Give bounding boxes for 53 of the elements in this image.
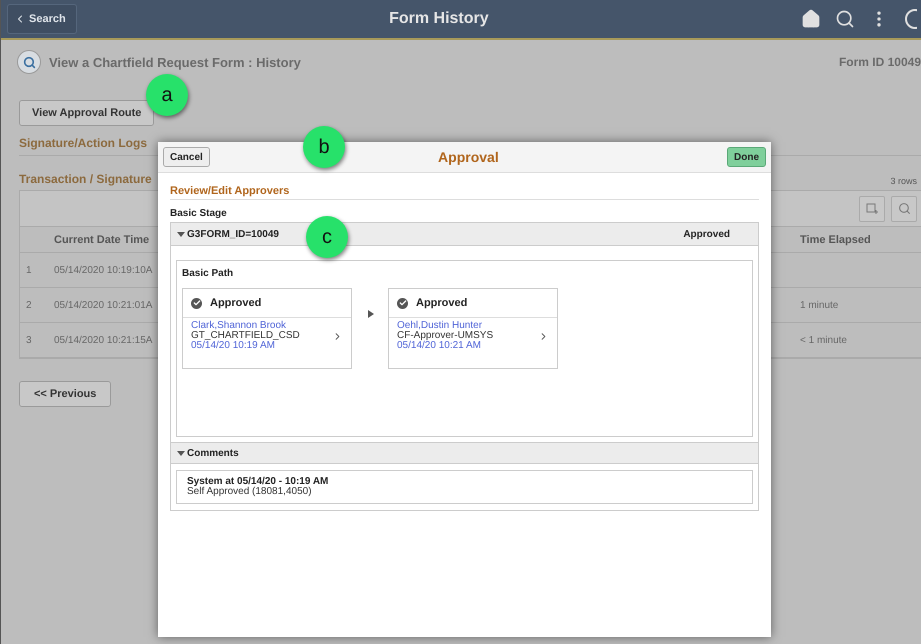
- row-number: 2: [26, 300, 32, 310]
- approval-date: 05/14/20 10:21 AM: [397, 341, 481, 351]
- search-icon[interactable]: [17, 50, 41, 74]
- table-cell: 05/14/2020 10:21:01A: [54, 300, 152, 310]
- comment-author: System at 05/14/20 - 10:19 AM: [187, 477, 330, 487]
- caret-icon[interactable]: [177, 449, 185, 457]
- row-count: 3 rows: [890, 176, 917, 186]
- caret-icon[interactable]: [177, 230, 185, 238]
- comment-text: Self Approved (18081,4050): [187, 487, 313, 497]
- back-button[interactable]: Search: [7, 4, 77, 34]
- row-number: 1: [26, 264, 32, 276]
- path-label: Basic Path: [182, 268, 234, 279]
- column-header: Current Date Time: [54, 234, 150, 246]
- check-icon: [191, 298, 202, 308]
- approver-name: Oehl,Dustin Hunter: [397, 321, 484, 331]
- done-button[interactable]: Done: [727, 147, 766, 167]
- callout-marker: b: [303, 126, 345, 168]
- column-header: Time Elapsed: [800, 234, 871, 246]
- approver-role: CF-Approver-UMSYS: [397, 331, 494, 341]
- approver-card[interactable]: Approved Oehl,Dustin Hunter CF-Approver-UMSYS 05/14/20 10:21 AM: [388, 288, 558, 369]
- comments-label: Comments: [187, 448, 239, 458]
- approver-name: Clark,Shannon Brook: [191, 321, 288, 331]
- callout-marker: a: [146, 74, 188, 116]
- previous-button[interactable]: << Previous: [19, 381, 112, 407]
- view-approval-route-button[interactable]: View Approval Route: [19, 100, 154, 126]
- section-title: Signature/Action Logs: [19, 136, 148, 150]
- home-icon[interactable]: [801, 9, 821, 29]
- stage-label: Basic Stage: [170, 208, 228, 219]
- stage-name: G3FORM_ID=10049: [187, 228, 279, 240]
- dialog-title: Approval: [437, 149, 500, 165]
- export-button[interactable]: [859, 196, 885, 222]
- form-title: View a Chartfield Request Form : History: [49, 54, 302, 70]
- row-number: 3: [26, 334, 32, 346]
- arrow-icon: [368, 310, 374, 318]
- section-title: Review/Edit Approvers: [170, 185, 759, 200]
- search-icon: [898, 202, 910, 215]
- step-status: Approved: [210, 297, 262, 309]
- table-cell: 1 minute: [800, 300, 838, 310]
- grid-title: Transaction / Signature: [19, 172, 152, 186]
- table-cell: < 1 minute: [800, 334, 847, 346]
- cancel-button[interactable]: Cancel: [163, 147, 210, 167]
- table-cell: 05/14/2020 10:21:15A: [54, 334, 152, 346]
- page-title: Form History: [388, 10, 490, 28]
- check-icon: [397, 298, 408, 308]
- form-id: Form ID 10049: [838, 55, 921, 69]
- approver-role: GT_CHARTFIELD_CSD: [191, 331, 301, 341]
- table-cell: 05/14/2020 10:19:10A: [54, 264, 152, 276]
- search-button[interactable]: [891, 196, 917, 222]
- search-icon[interactable]: [835, 9, 855, 29]
- approval-date: 05/14/20 10:19 AM: [191, 341, 276, 351]
- stage-status: Approved: [683, 228, 730, 240]
- step-status: Approved: [416, 297, 468, 309]
- approver-card[interactable]: Approved Clark,Shannon Brook GT_CHARTFIELD_CSD 05/14/20 10:19 AM: [182, 288, 352, 369]
